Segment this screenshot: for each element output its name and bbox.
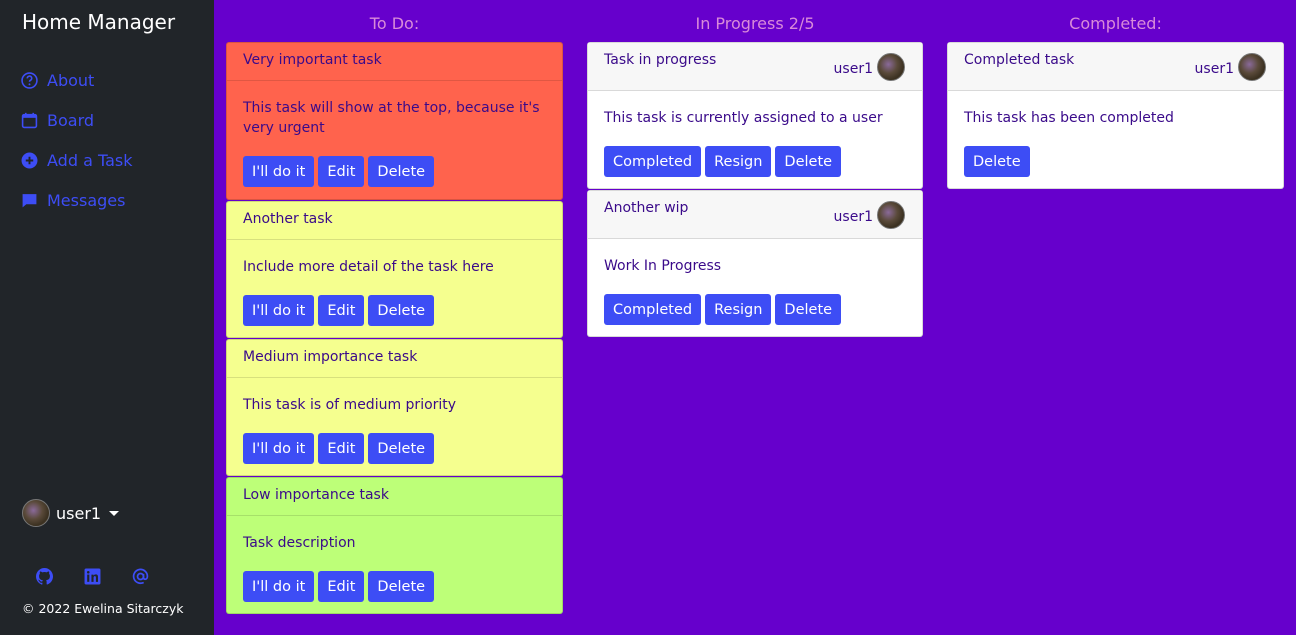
task-description: This task is of medium priority — [243, 397, 457, 413]
assigned-user: user1 — [1195, 53, 1283, 81]
assigned-user: user1 — [834, 201, 922, 229]
complete-button[interactable]: Completed — [604, 294, 702, 325]
card-body: Task description I'll do it Edit Delete — [227, 516, 562, 618]
github-icon[interactable] — [36, 568, 53, 585]
todo-column: To Do: Very important task This task wil… — [226, 0, 563, 615]
take-task-button[interactable]: I'll do it — [243, 433, 315, 464]
task-card: Completed task user1 This task has been … — [947, 42, 1284, 189]
assigned-user-name: user1 — [1194, 60, 1234, 77]
chat-icon — [20, 191, 38, 209]
delete-button[interactable]: Delete — [368, 156, 435, 187]
edit-button[interactable]: Edit — [318, 433, 365, 464]
card-header: Low importance task — [227, 478, 562, 516]
sidebar-item-add-task[interactable]: Add a Task — [20, 140, 132, 180]
sidebar-item-messages[interactable]: Messages — [20, 180, 132, 220]
calendar-icon — [20, 111, 38, 129]
assigned-user: user1 — [834, 53, 922, 81]
card-body: This task is of medium priority I'll do … — [227, 378, 562, 480]
todo-column-title: To Do: — [369, 14, 420, 33]
app-title[interactable]: Home Manager — [22, 10, 175, 34]
task-title: Medium importance task — [243, 349, 418, 365]
task-card: Medium importance task This task is of m… — [226, 339, 563, 476]
card-body: This task has been completed Delete — [948, 91, 1283, 193]
in-progress-column-title: In Progress 2/5 — [695, 14, 815, 33]
task-card: Task in progress user1 This task is curr… — [587, 42, 923, 189]
take-task-button[interactable]: I'll do it — [243, 571, 315, 602]
card-body: This task will show at the top, because … — [227, 81, 562, 203]
sidebar-item-board[interactable]: Board — [20, 100, 132, 140]
card-header: Another task — [227, 202, 562, 240]
card-header: Completed task user1 — [948, 43, 1283, 91]
task-title: Completed task — [964, 52, 1075, 68]
sidebar-item-label: Messages — [47, 190, 126, 210]
user-name: user1 — [56, 503, 102, 523]
delete-button[interactable]: Delete — [775, 146, 842, 177]
in-progress-column: In Progress 2/5 Task in progress user1 T… — [587, 0, 923, 338]
avatar — [1238, 53, 1266, 81]
completed-column-title: Completed: — [1069, 14, 1162, 33]
task-description: This task has been completed — [964, 110, 1174, 126]
card-header: Another wip user1 — [588, 191, 922, 239]
task-card: Very important task This task will show … — [226, 42, 563, 200]
edit-button[interactable]: Edit — [318, 295, 365, 326]
sidebar-item-label: Add a Task — [47, 150, 133, 170]
card-header: Medium importance task — [227, 340, 562, 378]
avatar — [877, 53, 905, 81]
edit-button[interactable]: Edit — [318, 571, 365, 602]
task-title: Task in progress — [604, 52, 717, 68]
question-circle-icon — [20, 71, 38, 89]
plus-circle-icon — [20, 151, 38, 169]
delete-button[interactable]: Delete — [368, 571, 435, 602]
avatar — [877, 201, 905, 229]
sidebar-nav: About Board Add a Task Messages — [20, 60, 132, 220]
sidebar-item-label: Board — [47, 110, 95, 130]
delete-button[interactable]: Delete — [368, 433, 435, 464]
task-title: Another task — [243, 211, 333, 227]
assigned-user-name: user1 — [833, 208, 873, 225]
task-description: This task will show at the top, because … — [243, 100, 540, 136]
task-title: Very important task — [243, 52, 382, 68]
copyright-text: © 2022 Ewelina Sitarczyk — [22, 601, 184, 616]
task-card: Another task Include more detail of the … — [226, 201, 563, 338]
sidebar-item-label: About — [47, 70, 95, 90]
sidebar: Home Manager About Board Add a Task Mess… — [0, 0, 214, 635]
assigned-user-name: user1 — [833, 60, 873, 77]
resign-button[interactable]: Resign — [705, 146, 772, 177]
linkedin-icon[interactable] — [84, 568, 101, 585]
card-header: Task in progress user1 — [588, 43, 922, 91]
task-card: Another wip user1 Work In Progress Compl… — [587, 190, 923, 337]
complete-button[interactable]: Completed — [604, 146, 702, 177]
task-description: Task description — [243, 535, 356, 551]
task-description: This task is currently assigned to a use… — [604, 110, 883, 126]
resign-button[interactable]: Resign — [705, 294, 772, 325]
delete-button[interactable]: Delete — [964, 146, 1030, 177]
task-title: Another wip — [604, 200, 689, 216]
at-sign-icon[interactable] — [132, 568, 149, 585]
caret-down-icon — [109, 510, 120, 516]
avatar — [22, 499, 50, 527]
sidebar-item-about[interactable]: About — [20, 60, 132, 100]
take-task-button[interactable]: I'll do it — [243, 295, 315, 326]
delete-button[interactable]: Delete — [775, 294, 842, 325]
card-body: Include more detail of the task here I'l… — [227, 240, 562, 342]
task-card: Low importance task Task description I'l… — [226, 477, 563, 614]
task-description: Include more detail of the task here — [243, 259, 494, 275]
card-header: Very important task — [227, 43, 562, 81]
completed-column: Completed: Completed task user1 This tas… — [947, 0, 1284, 190]
user-dropdown[interactable]: user1 — [22, 499, 120, 527]
card-body: This task is currently assigned to a use… — [588, 91, 922, 193]
task-description: Work In Progress — [604, 258, 722, 274]
edit-button[interactable]: Edit — [318, 156, 365, 187]
social-links — [36, 568, 149, 585]
delete-button[interactable]: Delete — [368, 295, 435, 326]
task-title: Low importance task — [243, 487, 389, 503]
card-body: Work In Progress Completed Resign Delete — [588, 239, 922, 341]
take-task-button[interactable]: I'll do it — [243, 156, 315, 187]
